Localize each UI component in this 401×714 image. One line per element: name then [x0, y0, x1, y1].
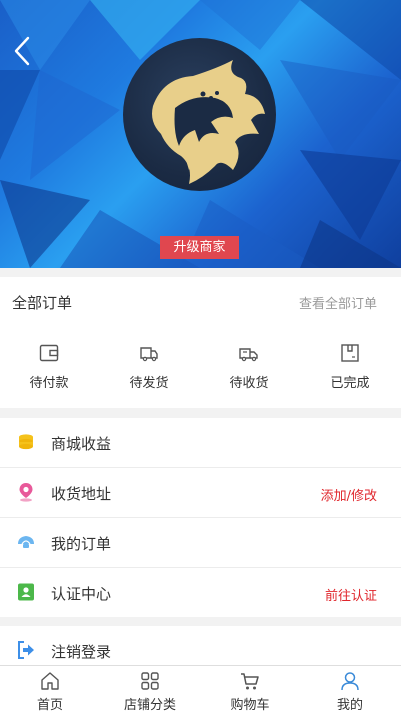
orders-title: 全部订单	[12, 294, 73, 312]
order-shell-icon	[18, 536, 34, 548]
menu-item-verification-center[interactable]: 认证中心 前往认证	[0, 568, 401, 617]
order-status-label: 已完成	[330, 376, 370, 391]
cart-icon	[241, 673, 259, 690]
id-card-icon	[18, 583, 34, 601]
order-status-label: 待付款	[29, 376, 69, 391]
upgrade-merchant-button[interactable]: 升级商家	[160, 236, 239, 259]
tab-label: 购物车	[230, 698, 270, 713]
user-icon	[341, 672, 359, 691]
tab-cart[interactable]: 购物车	[200, 666, 300, 714]
location-pin-icon	[19, 483, 33, 502]
bottom-tab-bar: 首页 店铺分类 购物车 我的	[0, 665, 401, 714]
menu-item-label: 注销登录	[51, 643, 112, 661]
profile-banner: 升级商家	[0, 0, 401, 268]
menu-item-label: 认证中心	[51, 585, 112, 603]
orders-card: 全部订单 查看全部订单 待付款 待发货 待收货 已完成	[0, 277, 401, 408]
menu-item-mall-earnings[interactable]: 商城收益	[0, 418, 401, 467]
order-status-pending-payment[interactable]: 待付款	[9, 342, 89, 391]
logout-icon	[18, 641, 34, 659]
order-status-pending-shipment[interactable]: 待发货	[109, 342, 189, 391]
menu-item-label: 收货地址	[51, 485, 112, 503]
order-status-pending-receipt[interactable]: 待收货	[209, 342, 289, 391]
tab-label: 首页	[36, 698, 63, 713]
home-icon	[41, 672, 59, 690]
truck-icon	[140, 347, 158, 362]
menu-item-shipping-address[interactable]: 收货地址 添加/修改	[0, 468, 401, 517]
menu-item-label: 商城收益	[51, 435, 112, 453]
tab-home[interactable]: 首页	[0, 666, 100, 714]
box-icon	[341, 344, 359, 362]
tab-mine[interactable]: 我的	[300, 666, 400, 714]
add-edit-address-link[interactable]: 添加/修改	[321, 485, 377, 504]
wallet-icon	[39, 344, 59, 362]
orders-header[interactable]: 全部订单 查看全部订单	[0, 277, 401, 326]
go-verify-link[interactable]: 前往认证	[325, 585, 377, 604]
order-status-completed[interactable]: 已完成	[310, 342, 390, 391]
back-arrow-icon[interactable]	[8, 34, 36, 68]
tab-store-categories[interactable]: 店铺分类	[100, 666, 200, 714]
tab-label: 我的	[336, 698, 363, 713]
coins-icon	[19, 434, 33, 450]
tiger-logo-icon	[152, 60, 265, 184]
delivery-truck-icon	[239, 348, 258, 362]
grid-icon	[141, 672, 159, 690]
order-status-label: 待收货	[229, 376, 269, 391]
tab-label: 店铺分类	[123, 698, 176, 713]
view-all-orders-link[interactable]: 查看全部订单	[299, 293, 377, 312]
avatar[interactable]	[123, 38, 276, 191]
menu-item-my-orders[interactable]: 我的订单	[0, 518, 401, 567]
order-status-label: 待发货	[129, 376, 169, 391]
menu-item-label: 我的订单	[51, 535, 112, 553]
